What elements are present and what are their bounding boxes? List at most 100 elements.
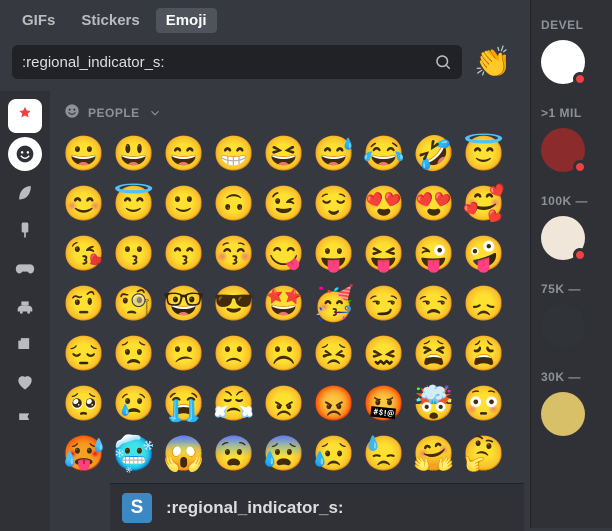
rail-section-title: 75K — [541, 282, 612, 296]
emoji-cell[interactable]: 😝 [360, 230, 408, 278]
server-1-icon[interactable] [8, 99, 42, 133]
emoji-cell[interactable]: 😇 [460, 130, 508, 178]
emoji-cell[interactable]: 🤬 [360, 380, 408, 428]
emoji-cell[interactable]: 🤯 [410, 380, 458, 428]
category-sidebar [0, 91, 50, 531]
emoji-area: PEOPLE 😀😃😄😁😆😅😂🤣😇😊😇🙂🙃😉😌😍😍🥰😘😗😙😚😋😛😝😜🤪🤨🧐🤓😎🤩🥳… [50, 91, 524, 531]
emoji-cell[interactable]: 😥 [310, 430, 358, 475]
emoji-cell[interactable]: 😔 [60, 330, 108, 378]
emoji-cell[interactable]: 😢 [110, 380, 158, 428]
emoji-cell[interactable]: 😟 [110, 330, 158, 378]
symbols-category-icon[interactable] [8, 365, 42, 399]
tab-gifs[interactable]: GIFs [12, 8, 65, 33]
activities-category-icon[interactable] [8, 251, 42, 285]
search-box[interactable] [12, 45, 462, 79]
travel-category-icon[interactable] [8, 289, 42, 323]
rail-section-title: 30K — [541, 370, 612, 384]
tab-emoji[interactable]: Emoji [156, 8, 217, 33]
emoji-cell[interactable]: 😞 [460, 280, 508, 328]
emoji-cell[interactable]: 😂 [360, 130, 408, 178]
emoji-cell[interactable]: 😉 [260, 180, 308, 228]
emoji-cell[interactable]: 😒 [410, 280, 458, 328]
search-input[interactable] [22, 54, 434, 71]
emoji-cell[interactable]: 🥰 [460, 180, 508, 228]
emoji-cell[interactable]: 😗 [110, 230, 158, 278]
emoji-cell[interactable]: 😩 [460, 330, 508, 378]
emoji-cell[interactable]: 😊 [60, 180, 108, 228]
server-avatar[interactable] [541, 128, 585, 172]
footer-emoji-name: :regional_indicator_s: [166, 498, 344, 518]
emoji-cell[interactable]: 😅 [310, 130, 358, 178]
emoji-cell[interactable]: 🤗 [410, 430, 458, 475]
rail-section-title: DEVEL [541, 18, 612, 32]
emoji-cell[interactable]: 😀 [60, 130, 108, 178]
emoji-cell[interactable]: 🤨 [60, 280, 108, 328]
emoji-cell[interactable]: 😜 [410, 230, 458, 278]
emoji-cell[interactable]: 😛 [310, 230, 358, 278]
emoji-scroll[interactable]: PEOPLE 😀😃😄😁😆😅😂🤣😇😊😇🙂🙃😉😌😍😍🥰😘😗😙😚😋😛😝😜🤪🤨🧐🤓😎🤩🥳… [60, 97, 518, 475]
emoji-cell[interactable]: 😰 [260, 430, 308, 475]
emoji-cell[interactable]: 😇 [110, 180, 158, 228]
emoji-cell[interactable]: 🤪 [460, 230, 508, 278]
emoji-cell[interactable]: 😁 [210, 130, 258, 178]
emoji-cell[interactable]: 😌 [310, 180, 358, 228]
emoji-cell[interactable]: 🤓 [160, 280, 208, 328]
emoji-cell[interactable]: 🥵 [60, 430, 108, 475]
emoji-cell[interactable]: 🥳 [310, 280, 358, 328]
emoji-picker: GIFs Stickers Emoji 👏 [0, 0, 524, 528]
emoji-cell[interactable]: 😠 [260, 380, 308, 428]
emoji-cell[interactable]: 😚 [210, 230, 258, 278]
emoji-cell[interactable]: 🤔 [460, 430, 508, 475]
emoji-cell[interactable]: 🙃 [210, 180, 258, 228]
emoji-cell[interactable]: 😤 [210, 380, 258, 428]
search-row: 👏 [0, 37, 524, 91]
emoji-cell[interactable]: 🧐 [110, 280, 158, 328]
emoji-cell[interactable]: 😆 [260, 130, 308, 178]
picker-footer: S :regional_indicator_s: [110, 483, 524, 531]
emoji-cell[interactable]: 😓 [360, 430, 408, 475]
status-dot [573, 160, 587, 174]
emoji-cell[interactable]: 🙂 [160, 180, 208, 228]
tab-stickers[interactable]: Stickers [71, 8, 149, 33]
emoji-cell[interactable]: 😱 [160, 430, 208, 475]
emoji-cell[interactable]: 🥺 [60, 380, 108, 428]
server-avatar[interactable] [541, 40, 585, 84]
emoji-cell[interactable]: 😍 [410, 180, 458, 228]
server-avatar[interactable] [541, 216, 585, 260]
emoji-cell[interactable]: 😖 [360, 330, 408, 378]
server-avatar[interactable] [541, 392, 585, 436]
picker-body: PEOPLE 😀😃😄😁😆😅😂🤣😇😊😇🙂🙃😉😌😍😍🥰😘😗😙😚😋😛😝😜🤪🤨🧐🤓😎🤩🥳… [0, 91, 524, 531]
emoji-cell[interactable]: 😃 [110, 130, 158, 178]
objects-category-icon[interactable] [8, 327, 42, 361]
emoji-cell[interactable]: 😕 [160, 330, 208, 378]
server-avatar[interactable] [541, 304, 585, 348]
category-label: PEOPLE [88, 106, 140, 120]
emoji-cell[interactable]: 😨 [210, 430, 258, 475]
emoji-cell[interactable]: 😭 [160, 380, 208, 428]
emoji-cell[interactable]: 🥶 [110, 430, 158, 475]
emoji-cell[interactable]: 😫 [410, 330, 458, 378]
emoji-cell[interactable]: ☹️ [260, 330, 308, 378]
emoji-cell[interactable]: 😎 [210, 280, 258, 328]
emoji-cell[interactable]: 😡 [310, 380, 358, 428]
footer-emoji-preview: S [122, 493, 152, 523]
food-category-icon[interactable] [8, 213, 42, 247]
emoji-cell[interactable]: 😣 [310, 330, 358, 378]
people-category-icon[interactable] [8, 137, 42, 171]
emoji-cell[interactable]: 😄 [160, 130, 208, 178]
category-header-people[interactable]: PEOPLE [60, 97, 518, 130]
flags-category-icon[interactable] [8, 403, 42, 437]
emoji-cell[interactable]: 😳 [460, 380, 508, 428]
rail-section-title: 100K — [541, 194, 612, 208]
nature-category-icon[interactable] [8, 175, 42, 209]
emoji-cell[interactable]: 😙 [160, 230, 208, 278]
skin-tone-preview[interactable]: 👏 [474, 43, 512, 81]
emoji-cell[interactable]: 🤩 [260, 280, 308, 328]
emoji-cell[interactable]: 😏 [360, 280, 408, 328]
emoji-cell[interactable]: 😋 [260, 230, 308, 278]
emoji-cell[interactable]: 🙁 [210, 330, 258, 378]
emoji-cell[interactable]: 😍 [360, 180, 408, 228]
picker-tabs: GIFs Stickers Emoji [0, 0, 524, 37]
emoji-cell[interactable]: 😘 [60, 230, 108, 278]
emoji-cell[interactable]: 🤣 [410, 130, 458, 178]
